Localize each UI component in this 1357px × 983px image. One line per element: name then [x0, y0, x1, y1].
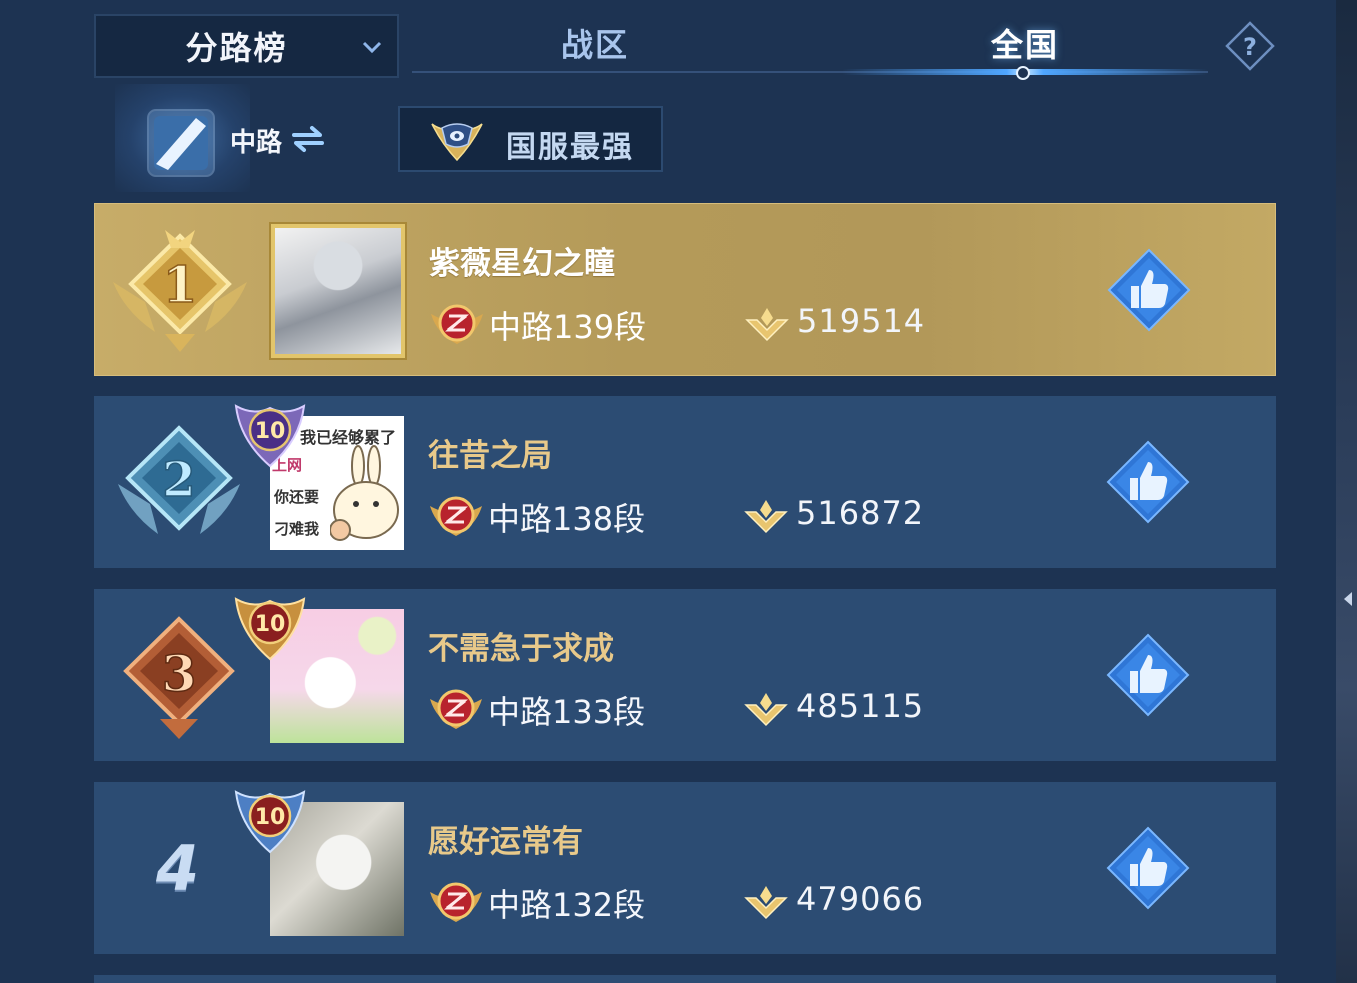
score-text: 516872	[796, 494, 925, 532]
level-number: 10	[255, 805, 286, 830]
rank-number: 3	[162, 644, 197, 703]
score-icon	[745, 308, 789, 342]
strongest-label: 国服最强	[506, 130, 634, 165]
thumbs-up-icon[interactable]	[1106, 440, 1190, 524]
tab-nation[interactable]: 全国	[960, 20, 1090, 66]
avatar-text: 刁难我	[274, 520, 320, 538]
avatar-text: 你还要	[274, 488, 320, 506]
score-icon	[744, 500, 788, 534]
score-text: 519514	[797, 302, 926, 340]
tier-text: 中路132段	[488, 886, 646, 924]
strongest-filter-button[interactable]: 国服最强	[398, 106, 663, 172]
player-name: 往昔之局	[428, 438, 552, 474]
lane-mid-icon	[147, 109, 215, 177]
dropdown-label: 分路榜	[185, 29, 288, 67]
avatar[interactable]	[271, 224, 405, 358]
tier-badge-icon	[430, 882, 482, 922]
score-icon	[744, 693, 788, 727]
player-name: 不需急于求成	[428, 631, 614, 667]
rank-number: 2	[162, 452, 195, 508]
level-number: 10	[255, 612, 286, 637]
avatar-image	[275, 228, 401, 354]
active-tab-dot	[1016, 66, 1030, 80]
rank-badge-icon: 1	[113, 230, 247, 352]
leaderboard-row-2[interactable]: 2 我已经够累了 上网 你还要 刁难我 10 往昔之局 中路138段 51687…	[94, 396, 1276, 568]
tier-text: 中路133段	[488, 693, 646, 731]
leaderboard-row-4[interactable]: 4 10 愿好运常有 中路132段 479066	[94, 782, 1276, 954]
score-icon	[744, 886, 788, 920]
tier-badge-icon	[431, 304, 483, 344]
leaderboard-row-3[interactable]: 3 10 不需急于求成 中路133段 485115	[94, 589, 1276, 761]
leaderboard-type-dropdown[interactable]: 分路榜	[94, 14, 399, 78]
score-text: 485115	[796, 687, 925, 725]
lane-label: 中路	[230, 128, 283, 158]
level-badge-icon: 10	[234, 790, 306, 854]
strongest-emblem-icon	[431, 123, 483, 162]
thumbs-up-icon[interactable]	[1107, 248, 1191, 332]
chevron-down-icon	[362, 41, 382, 54]
level-number: 10	[255, 419, 286, 444]
rank-number: 1	[163, 255, 198, 314]
score-text: 479066	[796, 880, 925, 918]
leaderboard-row-5-partial[interactable]	[94, 975, 1276, 983]
tier-text: 中路139段	[489, 308, 647, 346]
bunny-icon	[330, 445, 399, 541]
player-name: 紫薇星幻之瞳	[429, 246, 615, 282]
level-badge-icon: 10	[234, 404, 306, 468]
tier-badge-icon	[430, 689, 482, 729]
swap-icon[interactable]	[290, 124, 326, 154]
thumbs-up-icon[interactable]	[1106, 826, 1190, 910]
thumbs-up-icon[interactable]	[1106, 633, 1190, 717]
tab-zone[interactable]: 战区	[530, 20, 660, 66]
collapse-arrow-icon[interactable]	[1344, 592, 1352, 606]
svg-text:?: ?	[1243, 33, 1257, 61]
tier-text: 中路138段	[488, 500, 646, 538]
level-badge-icon: 10	[234, 597, 306, 661]
help-icon[interactable]: ?	[1224, 20, 1276, 72]
leaderboard-row-1[interactable]: 1 紫薇星幻之瞳 中路139段 519514	[94, 203, 1276, 376]
tier-badge-icon	[430, 496, 482, 536]
player-name: 愿好运常有	[428, 824, 583, 860]
rank-number: 4	[156, 832, 200, 905]
right-edge-panel	[1336, 0, 1357, 983]
